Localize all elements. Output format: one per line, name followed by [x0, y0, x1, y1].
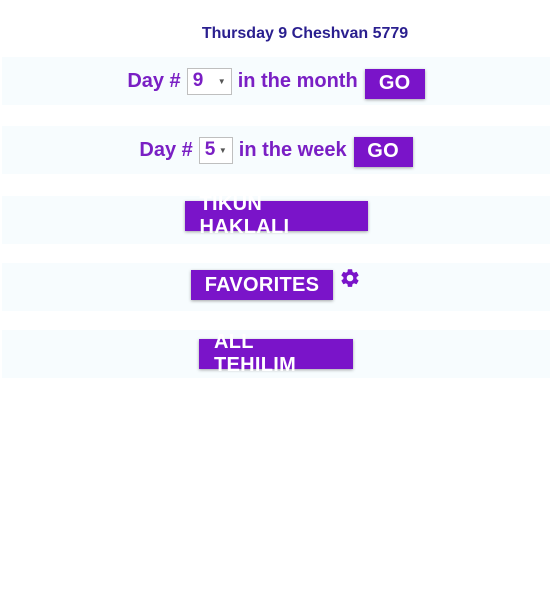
month-go-button[interactable]: GO [364, 68, 425, 99]
week-day-row: Day # 5 ▼ in the week GO [2, 126, 550, 174]
week-go-button[interactable]: GO [353, 136, 413, 167]
dropdown-caret-icon: ▼ [217, 76, 226, 86]
tikun-haklali-button[interactable]: TIKUN HAKLALI [184, 193, 368, 238]
month-day-row: Day # 9 ▼ in the month GO [2, 57, 550, 105]
hebrew-date-label: Thursday 9 Cheshvan 5779 [201, 25, 409, 42]
week-day-value: 5 [204, 139, 216, 160]
favorites-button[interactable]: FAVORITES [191, 270, 333, 300]
week-row-suffix: in the week [238, 138, 347, 161]
tikun-row: TIKUN HAKLALI [2, 193, 550, 244]
month-day-select[interactable]: 9 ▼ [186, 67, 232, 95]
month-row-prefix: Day # [127, 69, 181, 92]
all-tehilim-row: ALL TEHILIM [2, 330, 550, 378]
dropdown-caret-icon: ▼ [218, 145, 227, 155]
favorites-row: FAVORITES [2, 263, 550, 311]
week-day-select[interactable]: 5 ▼ [198, 136, 233, 164]
month-row-suffix: in the month [237, 69, 358, 92]
gear-icon[interactable] [339, 267, 361, 289]
month-day-value: 9 [192, 70, 204, 91]
main-screen: Thursday 9 Cheshvan 5779 Day # 9 ▼ in th… [0, 0, 552, 592]
week-row-prefix: Day # [139, 138, 193, 161]
all-tehilim-button[interactable]: ALL TEHILIM [199, 331, 353, 376]
